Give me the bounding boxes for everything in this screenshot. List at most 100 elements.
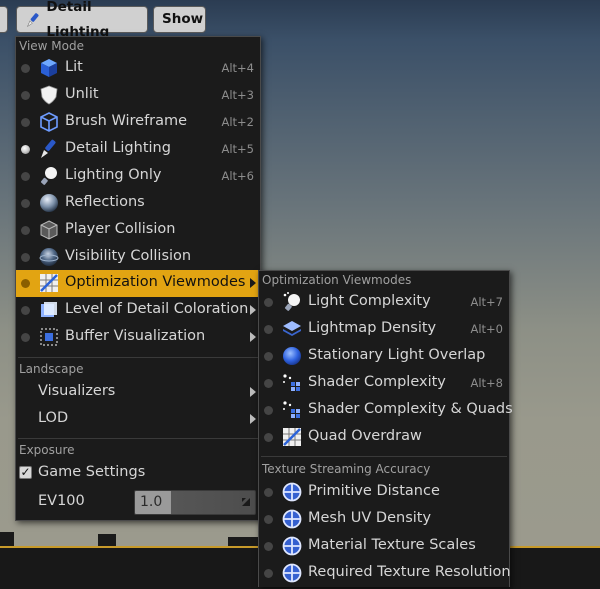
menu-item-brush-wireframe[interactable]: Brush Wireframe Alt+2 [16, 109, 260, 136]
submenu-item-label: Light Complexity [308, 293, 431, 309]
menu-item-label: Lit [65, 59, 83, 75]
shortcut-label: Alt+6 [221, 169, 254, 183]
crosshair-circle-icon [282, 563, 302, 583]
player-collision-cube-icon [40, 220, 58, 240]
menu-item-lod[interactable]: LOD [16, 406, 260, 433]
show-button[interactable]: Show [153, 6, 206, 33]
menu-item-ev100: EV100 1.0 [16, 489, 260, 516]
radio-indicator [264, 515, 273, 524]
submenu-item-label: Shader Complexity & Quads [308, 401, 513, 417]
menu-item-lit[interactable]: Lit Alt+4 [16, 55, 260, 82]
radio-indicator [264, 352, 273, 361]
ev100-input[interactable]: 1.0 [134, 490, 256, 515]
radio-indicator [21, 279, 30, 288]
menu-item-optimization-viewmodes[interactable]: Optimization Viewmodes [16, 270, 260, 297]
submenu-item-label: Stationary Light Overlap [308, 347, 486, 363]
menu-item-visualizers[interactable]: Visualizers [16, 379, 260, 406]
landscape-section-header: Landscape [19, 362, 84, 376]
submenu-item-shader-complexity-quads[interactable]: Shader Complexity & Quads [259, 397, 513, 424]
exposure-section-header: Exposure [19, 443, 75, 457]
radio-indicator [21, 118, 30, 127]
menu-item-label: Optimization Viewmodes [65, 274, 246, 290]
shader-complexity-icon [283, 374, 300, 391]
crosshair-circle-icon [282, 536, 302, 556]
quad-overdraw-icon [283, 428, 301, 446]
viewport-floor-object [228, 537, 260, 546]
view-mode-button[interactable]: Detail Lighting [16, 0, 148, 40]
menu-item-buffer-visualization[interactable]: Buffer Visualization [16, 324, 260, 351]
radio-indicator [264, 569, 273, 578]
submenu-item-label: Shader Complexity [308, 374, 446, 390]
menu-item-player-collision[interactable]: Player Collision [16, 217, 260, 244]
menu-item-detail-lighting[interactable]: Detail Lighting Alt+5 [16, 136, 260, 163]
light-complexity-icon [283, 292, 300, 311]
submenu-item-stationary-light-overlap[interactable]: Stationary Light Overlap [259, 343, 509, 370]
game-settings-checkbox[interactable]: ✓ [19, 466, 32, 479]
radio-indicator [264, 488, 273, 497]
submenu-item-mesh-uv-density[interactable]: Mesh UV Density [259, 506, 509, 533]
shortcut-label: Alt+2 [221, 115, 254, 129]
shortcut-label: Alt+4 [221, 61, 254, 75]
stationary-light-overlap-icon [283, 347, 301, 365]
unlit-shield-icon [40, 85, 58, 105]
submenu-item-primitive-distance[interactable]: Primitive Distance [259, 479, 509, 506]
radio-indicator [21, 226, 30, 235]
radio-indicator [264, 406, 273, 415]
buffer-visualization-icon [40, 328, 58, 346]
menu-item-label: Reflections [65, 194, 145, 210]
detail-lighting-brush-icon [41, 139, 56, 158]
menu-item-level-of-detail-coloration[interactable]: Level of Detail Coloration [16, 297, 260, 324]
submenu-item-label: Quad Overdraw [308, 428, 422, 444]
menu-item-label: Visualizers [38, 383, 116, 399]
submenu-item-shader-complexity[interactable]: Shader Complexity Alt+8 [259, 370, 509, 397]
menu-item-label: Brush Wireframe [65, 113, 188, 129]
submenu-item-label: Required Texture Resolution [308, 564, 511, 580]
lightmap-density-icon [283, 321, 301, 336]
submenu-arrow-icon [250, 278, 256, 288]
menu-item-label: Level of Detail Coloration [65, 301, 249, 317]
toolbar-left-edge-button[interactable] [0, 6, 8, 33]
submenu-item-quad-overdraw[interactable]: Quad Overdraw [259, 424, 509, 451]
shortcut-label: Alt+8 [470, 376, 503, 390]
menu-item-label: Detail Lighting [65, 140, 171, 156]
shortcut-label: Alt+0 [470, 322, 503, 336]
viewport-floor-object [98, 534, 116, 546]
lighting-only-bulb-icon [40, 167, 57, 185]
submenu-item-material-texture-scales[interactable]: Material Texture Scales [259, 533, 509, 560]
menu-item-reflections[interactable]: Reflections [16, 190, 260, 217]
ev100-label: EV100 [38, 493, 85, 509]
shortcut-label: Alt+5 [221, 142, 254, 156]
menu-item-label: Unlit [65, 86, 99, 102]
menu-item-unlit[interactable]: Unlit Alt+3 [16, 82, 260, 109]
lit-cube-icon [41, 59, 57, 77]
resize-handle-icon [242, 498, 250, 506]
radio-indicator [21, 172, 30, 181]
menu-item-label: Player Collision [65, 221, 176, 237]
submenu-item-label: Primitive Distance [308, 483, 440, 499]
optimization-grid-icon [40, 274, 58, 292]
view-mode-section-header: View Mode [19, 39, 84, 53]
radio-indicator [21, 91, 30, 100]
radio-indicator [21, 306, 30, 315]
submenu-arrow-icon [250, 414, 256, 424]
menu-item-label: Game Settings [38, 464, 146, 480]
wireframe-cube-icon [40, 112, 58, 132]
radio-indicator [21, 253, 30, 262]
menu-item-visibility-collision[interactable]: Visibility Collision [16, 244, 260, 271]
menu-item-lighting-only[interactable]: Lighting Only Alt+6 [16, 163, 260, 190]
shortcut-label: Alt+7 [470, 295, 503, 309]
shortcut-label: Alt+3 [221, 88, 254, 102]
menu-item-label: LOD [38, 410, 69, 426]
radio-indicator [264, 379, 273, 388]
menu-separator [18, 357, 258, 358]
menu-item-label: Buffer Visualization [65, 328, 206, 344]
show-button-label: Show [162, 11, 204, 27]
submenu-separator [261, 456, 507, 457]
submenu-item-required-texture-resolution[interactable]: Required Texture Resolution [259, 560, 511, 587]
submenu-item-label: Mesh UV Density [308, 510, 432, 526]
radio-indicator [264, 298, 273, 307]
submenu-item-lightmap-density[interactable]: Lightmap Density Alt+0 [259, 316, 509, 343]
viewport-floor-object [0, 532, 14, 546]
menu-item-game-settings[interactable]: ✓ Game Settings [16, 460, 260, 487]
submenu-item-light-complexity[interactable]: Light Complexity Alt+7 [259, 289, 509, 316]
